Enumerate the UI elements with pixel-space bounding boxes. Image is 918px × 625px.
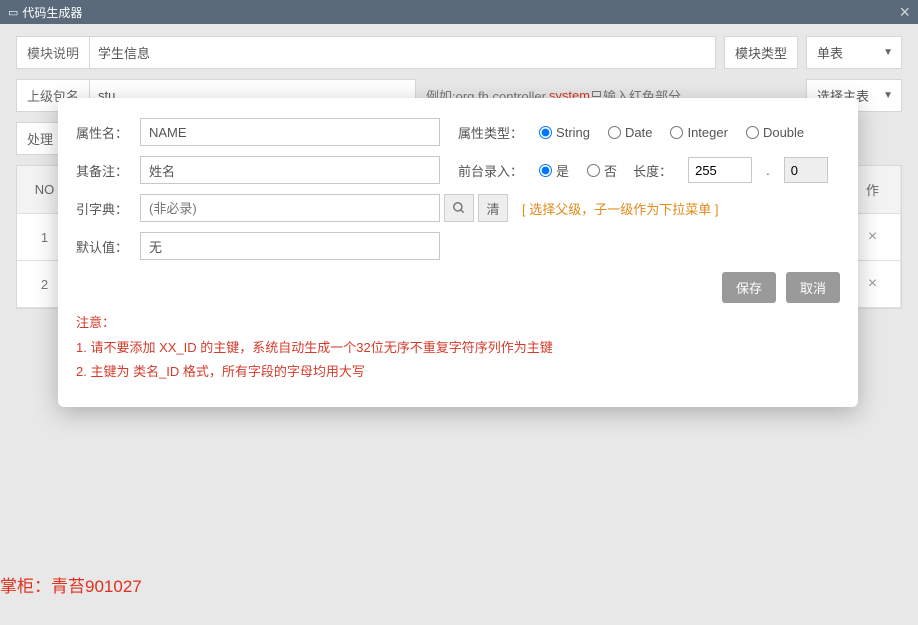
attr-name-label: 属性名：	[76, 123, 140, 142]
radio-no[interactable]: 否	[587, 161, 617, 180]
radio-date[interactable]: Date	[608, 125, 652, 140]
notice-line-1: 1. 请不要添加 XX_ID 的主键，系统自动生成一个32位无序不重复字符序列作…	[76, 336, 840, 361]
row-dict: 引字典： 清 [ 选择父级，子一级作为下拉菜单 ]	[76, 194, 840, 222]
search-icon	[452, 201, 466, 215]
length-dot: .	[766, 163, 770, 178]
footer-brand: 掌柜：青苔901027	[0, 572, 142, 597]
length-input[interactable]	[688, 157, 752, 183]
row-remark: 其备注： 前台录入： 是 否 长度： .	[76, 156, 840, 184]
row-module: 模块说明 模块类型 单表 ▼	[16, 36, 902, 69]
module-type-label: 模块类型	[724, 36, 798, 69]
titlebar: ▭ 代码生成器 ×	[0, 0, 918, 24]
save-button[interactable]: 保存	[722, 272, 776, 303]
frontend-input-group: 是 否	[539, 161, 617, 180]
length-label: 长度：	[633, 161, 672, 180]
chevron-down-icon: ▼	[883, 47, 893, 58]
close-icon[interactable]: ×	[868, 228, 877, 246]
radio-double[interactable]: Double	[746, 125, 804, 140]
notice-line-2: 2. 主键为 类名_ID 格式，所有字段的字母均用大写	[76, 360, 840, 385]
default-input[interactable]	[140, 232, 440, 260]
close-icon[interactable]: ×	[899, 2, 910, 23]
radio-integer[interactable]: Integer	[670, 125, 727, 140]
radio-yes[interactable]: 是	[539, 161, 569, 180]
dict-clear-button[interactable]: 清	[478, 194, 508, 222]
dict-search-button[interactable]	[444, 194, 474, 222]
length-decimal-input[interactable]	[784, 157, 828, 183]
dict-input[interactable]	[140, 194, 440, 222]
module-type-select[interactable]: 单表 ▼	[806, 36, 902, 69]
remark-label: 其备注：	[76, 161, 140, 180]
dict-label: 引字典：	[76, 199, 140, 218]
notice-title: 注意：	[76, 311, 840, 336]
default-label: 默认值：	[76, 237, 140, 256]
row-attr-name: 属性名： 属性类型： String Date Integer Double	[76, 118, 840, 146]
frontend-input-label: 前台录入：	[458, 161, 523, 180]
window-title: 代码生成器	[22, 4, 82, 21]
cancel-button[interactable]: 取消	[786, 272, 840, 303]
module-desc-label: 模块说明	[16, 36, 90, 69]
dialog-buttons: 保存 取消	[76, 272, 840, 303]
close-icon[interactable]: ×	[868, 275, 877, 293]
row-default: 默认值：	[76, 232, 840, 260]
attribute-dialog: 属性名： 属性类型： String Date Integer Double 其备…	[58, 98, 858, 407]
module-desc-input[interactable]	[98, 45, 707, 60]
module-type-value: 单表	[817, 43, 843, 62]
attr-type-group: String Date Integer Double	[539, 125, 804, 140]
remark-input[interactable]	[140, 156, 440, 184]
dict-hint: [ 选择父级，子一级作为下拉菜单 ]	[522, 199, 718, 218]
radio-string[interactable]: String	[539, 125, 590, 140]
notice-block: 注意： 1. 请不要添加 XX_ID 的主键，系统自动生成一个32位无序不重复字…	[76, 311, 840, 385]
attr-name-input[interactable]	[140, 118, 440, 146]
window-icon: ▭	[8, 6, 18, 19]
chevron-down-icon: ▼	[883, 90, 893, 101]
attr-type-label: 属性类型：	[458, 123, 523, 142]
module-desc-input-wrap[interactable]	[90, 36, 716, 69]
